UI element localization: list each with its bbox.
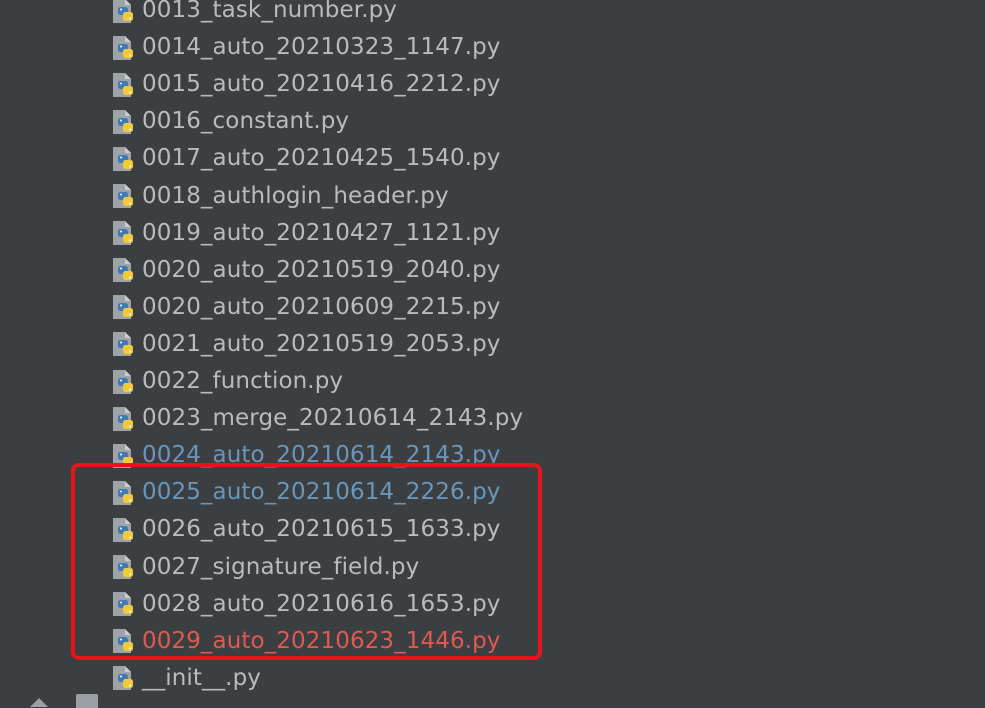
python-file-icon bbox=[113, 332, 133, 357]
file-row[interactable]: 0025_auto_20210614_2226.py bbox=[110, 474, 501, 511]
file-row[interactable]: 0027_signature_field.py bbox=[110, 549, 419, 586]
file-row[interactable]: 0028_auto_20210616_1653.py bbox=[110, 586, 501, 623]
python-file-icon bbox=[113, 666, 133, 691]
file-name: 0020_auto_20210519_2040.py bbox=[142, 256, 501, 283]
file-row[interactable]: 0029_auto_20210623_1446.py bbox=[110, 623, 501, 660]
file-row[interactable]: 0024_auto_20210614_2143.py bbox=[110, 437, 501, 474]
file-name: 0021_auto_20210519_2053.py bbox=[142, 330, 501, 357]
python-file-icon bbox=[113, 258, 133, 283]
file-row[interactable]: 0022_function.py bbox=[110, 363, 343, 400]
python-file-icon bbox=[113, 406, 133, 431]
python-file-icon bbox=[113, 629, 133, 654]
expand-arrow-icon[interactable] bbox=[30, 698, 48, 707]
python-file-icon bbox=[113, 443, 133, 468]
file-row[interactable]: 0023_merge_20210614_2143.py bbox=[110, 400, 523, 437]
python-file-icon bbox=[113, 592, 133, 617]
python-file-icon bbox=[113, 295, 133, 320]
python-file-icon bbox=[113, 72, 133, 97]
file-name: 0016_constant.py bbox=[142, 108, 350, 135]
file-row[interactable]: 0017_auto_20210425_1540.py bbox=[110, 140, 501, 177]
file-row[interactable]: 0013_task_number.py bbox=[110, 0, 397, 29]
file-row[interactable]: 0026_auto_20210615_1633.py bbox=[110, 511, 501, 548]
python-file-icon bbox=[113, 517, 133, 542]
file-row[interactable]: 0014_auto_20210323_1147.py bbox=[110, 29, 501, 66]
python-file-icon bbox=[113, 480, 133, 505]
folder-icon bbox=[76, 694, 98, 708]
file-row[interactable]: 0018_authlogin_header.py bbox=[110, 178, 449, 215]
file-name: 0014_auto_20210323_1147.py bbox=[142, 34, 501, 61]
file-name: 0024_auto_20210614_2143.py bbox=[142, 442, 501, 469]
file-name: 0029_auto_20210623_1446.py bbox=[142, 627, 501, 654]
file-name: 0027_signature_field.py bbox=[142, 553, 420, 580]
file-name: 0017_auto_20210425_1540.py bbox=[142, 145, 501, 172]
file-name: 0013_task_number.py bbox=[142, 0, 398, 23]
file-row[interactable]: 0015_auto_20210416_2212.py bbox=[110, 66, 501, 103]
file-row[interactable]: 0020_auto_20210519_2040.py bbox=[110, 252, 501, 289]
python-file-icon bbox=[113, 221, 133, 246]
python-file-icon bbox=[113, 109, 133, 134]
python-file-icon bbox=[113, 369, 133, 394]
file-row[interactable]: 0020_auto_20210609_2215.py bbox=[110, 289, 501, 326]
python-file-icon bbox=[113, 0, 133, 23]
file-name: 0015_auto_20210416_2212.py bbox=[142, 71, 501, 98]
file-name: 0025_auto_20210614_2226.py bbox=[142, 479, 501, 506]
file-name: 0022_function.py bbox=[142, 368, 344, 394]
project-file-tree: 0013_task_number.py 0014_auto_20210323_11… bbox=[0, 0, 985, 708]
file-row[interactable]: 0021_auto_20210519_2053.py bbox=[110, 326, 501, 363]
python-file-icon bbox=[113, 555, 133, 579]
python-file-icon bbox=[113, 184, 133, 208]
file-name: 0026_auto_20210615_1633.py bbox=[142, 516, 501, 543]
file-name: 0019_auto_20210427_1121.py bbox=[142, 219, 501, 246]
file-name: __init__.py bbox=[142, 664, 261, 691]
python-file-icon bbox=[113, 146, 133, 171]
collapsed-folder-row[interactable] bbox=[30, 694, 98, 708]
file-row[interactable]: __init__.py bbox=[110, 660, 261, 697]
file-name: 0028_auto_20210616_1653.py bbox=[142, 590, 501, 617]
python-file-icon bbox=[113, 35, 133, 60]
file-name: 0020_auto_20210609_2215.py bbox=[142, 293, 501, 320]
file-row[interactable]: 0016_constant.py bbox=[110, 103, 349, 140]
file-name: 0023_merge_20210614_2143.py bbox=[142, 405, 524, 432]
file-row[interactable]: 0019_auto_20210427_1121.py bbox=[110, 215, 501, 252]
file-name: 0018_authlogin_header.py bbox=[142, 182, 449, 209]
